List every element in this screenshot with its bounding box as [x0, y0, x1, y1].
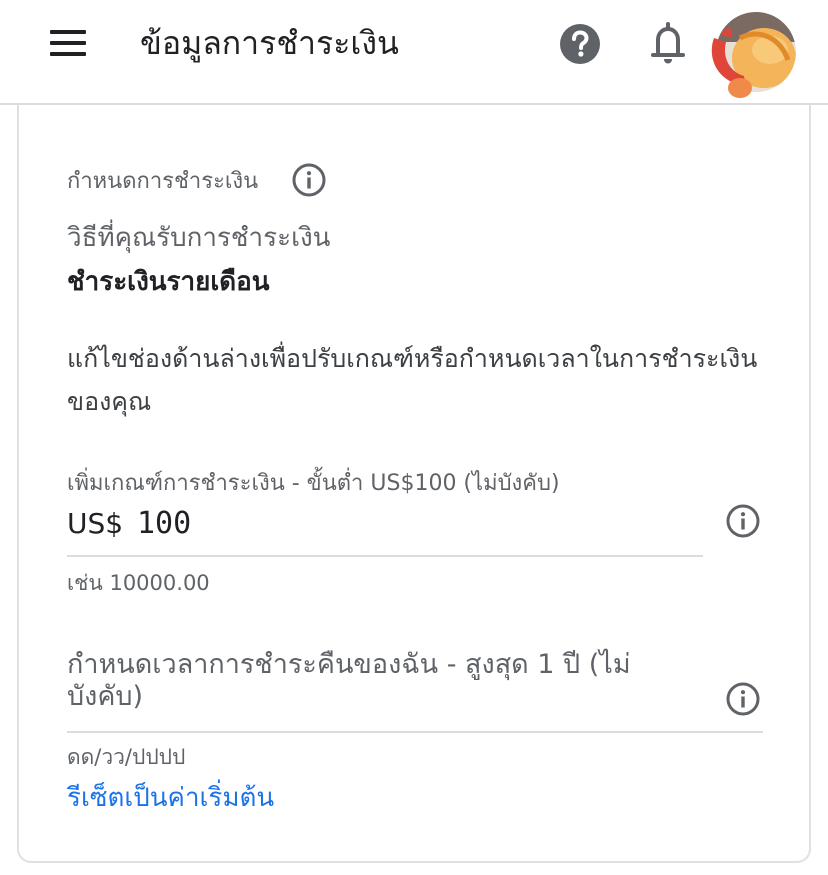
notifications-bell-icon[interactable]	[648, 20, 688, 66]
currency-prefix: US$	[67, 507, 124, 540]
page-title: ข้อมูลการชำระเงิน	[140, 24, 399, 62]
app-bar: ข้อมูลการชำระเงิน	[0, 0, 828, 105]
reset-to-default-link[interactable]: รีเซ็ตเป็นค่าเริ่มต้น	[67, 777, 274, 818]
avatar[interactable]	[700, 8, 800, 108]
threshold-example-hint: เช่น 10000.00	[67, 571, 210, 595]
hold-date-underline	[67, 731, 763, 733]
payment-method-label: วิธีที่คุณรับการชำระเงิน	[67, 223, 331, 253]
threshold-underline	[67, 555, 703, 557]
payment-hold-date-field[interactable]: กำหนดเวลาการชำระคืนของฉัน - สูงสุด 1 ปี …	[67, 649, 687, 713]
payment-threshold-label: เพิ่มเกณฑ์การชำระเงิน - ขั้นต่ำ US$100 (…	[67, 471, 560, 496]
info-icon[interactable]	[291, 162, 327, 198]
payment-method-value: ชำระเงินรายเดือน	[67, 267, 270, 297]
hold-date-info-icon[interactable]	[725, 681, 761, 717]
section-label: กำหนดการชำระเงิน	[67, 169, 259, 194]
help-icon[interactable]	[558, 22, 602, 66]
payment-schedule-card: กำหนดการชำระเงิน วิธีที่คุณรับการชำระเงิ…	[17, 105, 811, 863]
threshold-info-icon[interactable]	[725, 503, 761, 539]
date-format-hint: ดด/วว/ปปปป	[67, 745, 186, 769]
menu-icon[interactable]	[48, 28, 88, 58]
payment-threshold-input[interactable]	[137, 503, 697, 543]
instructions-text: แก้ไขช่องด้านล่างเพื่อปรับเกณฑ์หรือกำหนด…	[67, 344, 758, 416]
